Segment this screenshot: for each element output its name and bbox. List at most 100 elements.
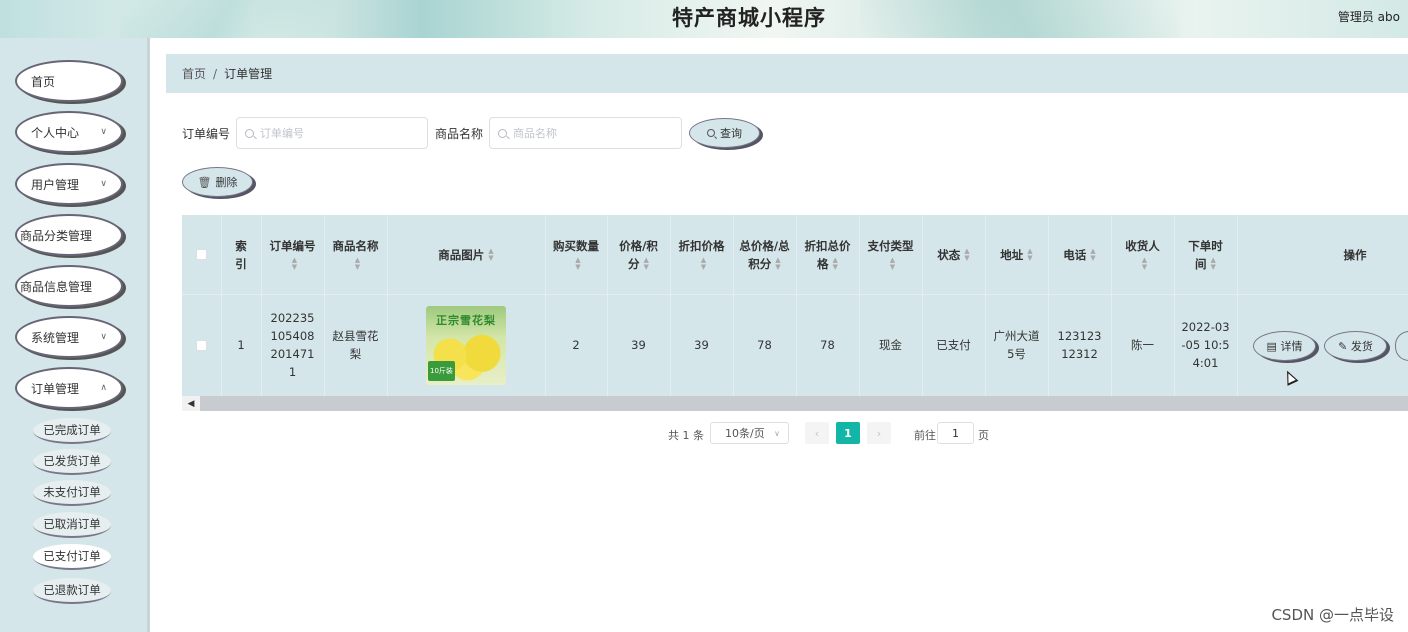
product-image-tag: 10斤装 bbox=[428, 360, 455, 381]
header-label: 购买数量 bbox=[553, 238, 599, 253]
submenu-shipped-orders[interactable]: 已发货订单 bbox=[33, 449, 111, 475]
pagination-total: 共 1 条 bbox=[668, 429, 704, 442]
cell-discount-total: 78 bbox=[820, 338, 835, 352]
sort-icon[interactable]: ▲ ▼ bbox=[964, 248, 969, 262]
sidebar-item-home[interactable]: 首页 bbox=[15, 60, 123, 102]
header-product-image[interactable]: 商品图片 ▲ ▼ bbox=[387, 215, 545, 294]
sidebar-item-label: 用户管理 bbox=[31, 177, 80, 192]
breadcrumb-current: 订单管理 bbox=[224, 67, 273, 81]
header-actions: 操作 bbox=[1237, 215, 1408, 294]
header-label: 价格/积分 bbox=[619, 238, 658, 271]
cell-discount-price: 39 bbox=[694, 338, 709, 352]
sidebar-item-products[interactable]: 商品信息管理 bbox=[15, 265, 123, 307]
sidebar-item-label: 系统管理 bbox=[31, 330, 80, 345]
chevron-down-icon: ∨ bbox=[100, 332, 107, 342]
ship-button[interactable]: ✎ 发货 bbox=[1324, 331, 1387, 361]
submenu-paid-orders[interactable]: 已支付订单 bbox=[33, 544, 111, 570]
delete-button[interactable]: 🗑 删除 bbox=[182, 167, 253, 197]
header-discount-price[interactable]: 折扣价格 ▲ ▼ bbox=[670, 215, 733, 294]
header-status[interactable]: 状态 ▲ ▼ bbox=[922, 215, 985, 294]
header-quantity[interactable]: 购买数量 ▲ ▼ bbox=[545, 215, 607, 294]
product-name-placeholder: 商品名称 bbox=[513, 127, 557, 140]
cell-price: 39 bbox=[631, 338, 646, 352]
sidebar-item-system[interactable]: 系统管理 ∨ bbox=[15, 316, 123, 358]
prev-page-button[interactable]: ‹ bbox=[805, 422, 829, 444]
breadcrumb-home[interactable]: 首页 bbox=[182, 65, 206, 82]
header-index: 索引 bbox=[221, 215, 261, 294]
row-select[interactable] bbox=[182, 294, 221, 396]
product-name-input[interactable]: 商品名称 bbox=[489, 117, 682, 149]
query-button[interactable]: 查询 bbox=[689, 118, 760, 148]
submenu-completed-orders[interactable]: 已完成订单 bbox=[33, 418, 111, 444]
cell-order-no: 2022351054082014711 bbox=[270, 311, 315, 379]
detail-button[interactable]: ▤ 详情 bbox=[1253, 331, 1316, 361]
sort-icon[interactable]: ▲ ▼ bbox=[1027, 248, 1032, 262]
order-no-placeholder: 订单编号 bbox=[260, 127, 304, 140]
header-label: 电话 bbox=[1063, 247, 1087, 262]
cell-product-name: 赵县雪花梨 bbox=[332, 329, 379, 361]
sidebar: 首页 个人中心 ∨ 用户管理 ∨ 商品分类管理 商品信息管理 系统管理 ∨ 订单管理 ∧… bbox=[0, 38, 150, 632]
sort-icon[interactable]: ▲ ▼ bbox=[1211, 257, 1216, 271]
header-label: 操作 bbox=[1343, 247, 1367, 262]
order-no-input[interactable]: 订单编号 bbox=[236, 117, 428, 149]
header-order-time[interactable]: 下单时间 ▲ ▼ bbox=[1174, 215, 1237, 294]
sidebar-item-users[interactable]: 用户管理 ∨ bbox=[15, 163, 123, 205]
submenu-label: 已退款订单 bbox=[43, 583, 101, 597]
header-address[interactable]: 地址 ▲ ▼ bbox=[985, 215, 1048, 294]
header-discount-total[interactable]: 折扣总价格 ▲ ▼ bbox=[796, 215, 859, 294]
header-pay-type[interactable]: 支付类型 ▲ ▼ bbox=[859, 215, 922, 294]
sort-icon[interactable]: ▲ ▼ bbox=[355, 257, 360, 271]
submenu-unpaid-orders[interactable]: 未支付订单 bbox=[33, 480, 111, 506]
header-phone[interactable]: 电话 ▲ ▼ bbox=[1048, 215, 1111, 294]
select-all-checkbox[interactable] bbox=[196, 249, 207, 260]
next-page-button[interactable]: › bbox=[867, 422, 891, 444]
cell-phone: 12312312312 bbox=[1057, 329, 1102, 361]
sort-icon[interactable]: ▲ ▼ bbox=[1142, 257, 1147, 271]
header-order-no[interactable]: 订单编号 ▲ ▼ bbox=[261, 215, 324, 294]
sidebar-item-label: 订单管理 bbox=[31, 381, 80, 396]
submenu-refunded-orders[interactable]: 已退款订单 bbox=[33, 578, 111, 604]
sort-icon[interactable]: ▲ ▼ bbox=[1090, 248, 1095, 262]
sort-icon[interactable]: ▲ ▼ bbox=[292, 257, 297, 271]
goto-page-input[interactable]: 1 bbox=[937, 422, 974, 444]
cell-product-image: 正宗雪花梨 10斤装 bbox=[387, 294, 545, 396]
header-select-all[interactable] bbox=[182, 215, 221, 294]
cell-status: 已支付 bbox=[936, 338, 971, 352]
table-scrollbar[interactable]: ◀ bbox=[182, 396, 1408, 411]
user-info[interactable]: 管理员 abo bbox=[1338, 8, 1400, 25]
goto-prefix: 前往 bbox=[914, 429, 936, 442]
sort-icon[interactable]: ▲ ▼ bbox=[890, 257, 895, 271]
sort-icon[interactable]: ▲ ▼ bbox=[644, 257, 649, 271]
sort-icon[interactable]: ▲ ▼ bbox=[833, 257, 838, 271]
page-number-button[interactable]: 1 bbox=[836, 422, 860, 444]
header-receiver[interactable]: 收货人 ▲ ▼ bbox=[1111, 215, 1174, 294]
submenu-label: 已支付订单 bbox=[43, 549, 101, 563]
page-size-value: 10条/页 bbox=[725, 427, 765, 440]
cell-receiver: 陈一 bbox=[1131, 338, 1154, 352]
query-button-label: 查询 bbox=[720, 127, 742, 140]
submenu-cancelled-orders[interactable]: 已取消订单 bbox=[33, 512, 111, 538]
cell-index: 1 bbox=[237, 338, 245, 352]
sort-icon[interactable]: ▲ ▼ bbox=[701, 257, 706, 271]
row-checkbox[interactable] bbox=[196, 339, 207, 351]
header-price[interactable]: 价格/积分 ▲ ▼ bbox=[607, 215, 670, 294]
submenu-label: 已发货订单 bbox=[43, 454, 101, 468]
header-total-price[interactable]: 总价格/总积分 ▲ ▼ bbox=[733, 215, 796, 294]
more-action-button[interactable] bbox=[1395, 331, 1408, 361]
sidebar-item-profile[interactable]: 个人中心 ∨ bbox=[15, 111, 123, 153]
sidebar-item-categories[interactable]: 商品分类管理 bbox=[15, 214, 123, 256]
product-name-label: 商品名称 bbox=[435, 127, 484, 141]
sidebar-item-label: 商品信息管理 bbox=[20, 279, 93, 294]
ship-button-label: 发货 bbox=[1350, 340, 1373, 353]
sidebar-item-orders[interactable]: 订单管理 ∧ bbox=[15, 367, 123, 409]
header-label: 折扣价格 bbox=[678, 238, 725, 253]
header-product-name[interactable]: 商品名称 ▲ ▼ bbox=[324, 215, 387, 294]
sort-icon[interactable]: ▲ ▼ bbox=[775, 257, 780, 271]
chevron-left-icon: ‹ bbox=[814, 426, 820, 440]
page-size-select[interactable]: 10条/页 ∨ bbox=[710, 422, 789, 444]
header-label: 状态 bbox=[937, 247, 961, 262]
product-image[interactable]: 正宗雪花梨 10斤装 bbox=[426, 305, 506, 385]
sort-icon[interactable]: ▲ ▼ bbox=[575, 257, 580, 271]
sort-icon[interactable]: ▲ ▼ bbox=[488, 248, 493, 262]
scroll-left-icon[interactable]: ◀ bbox=[182, 396, 200, 411]
